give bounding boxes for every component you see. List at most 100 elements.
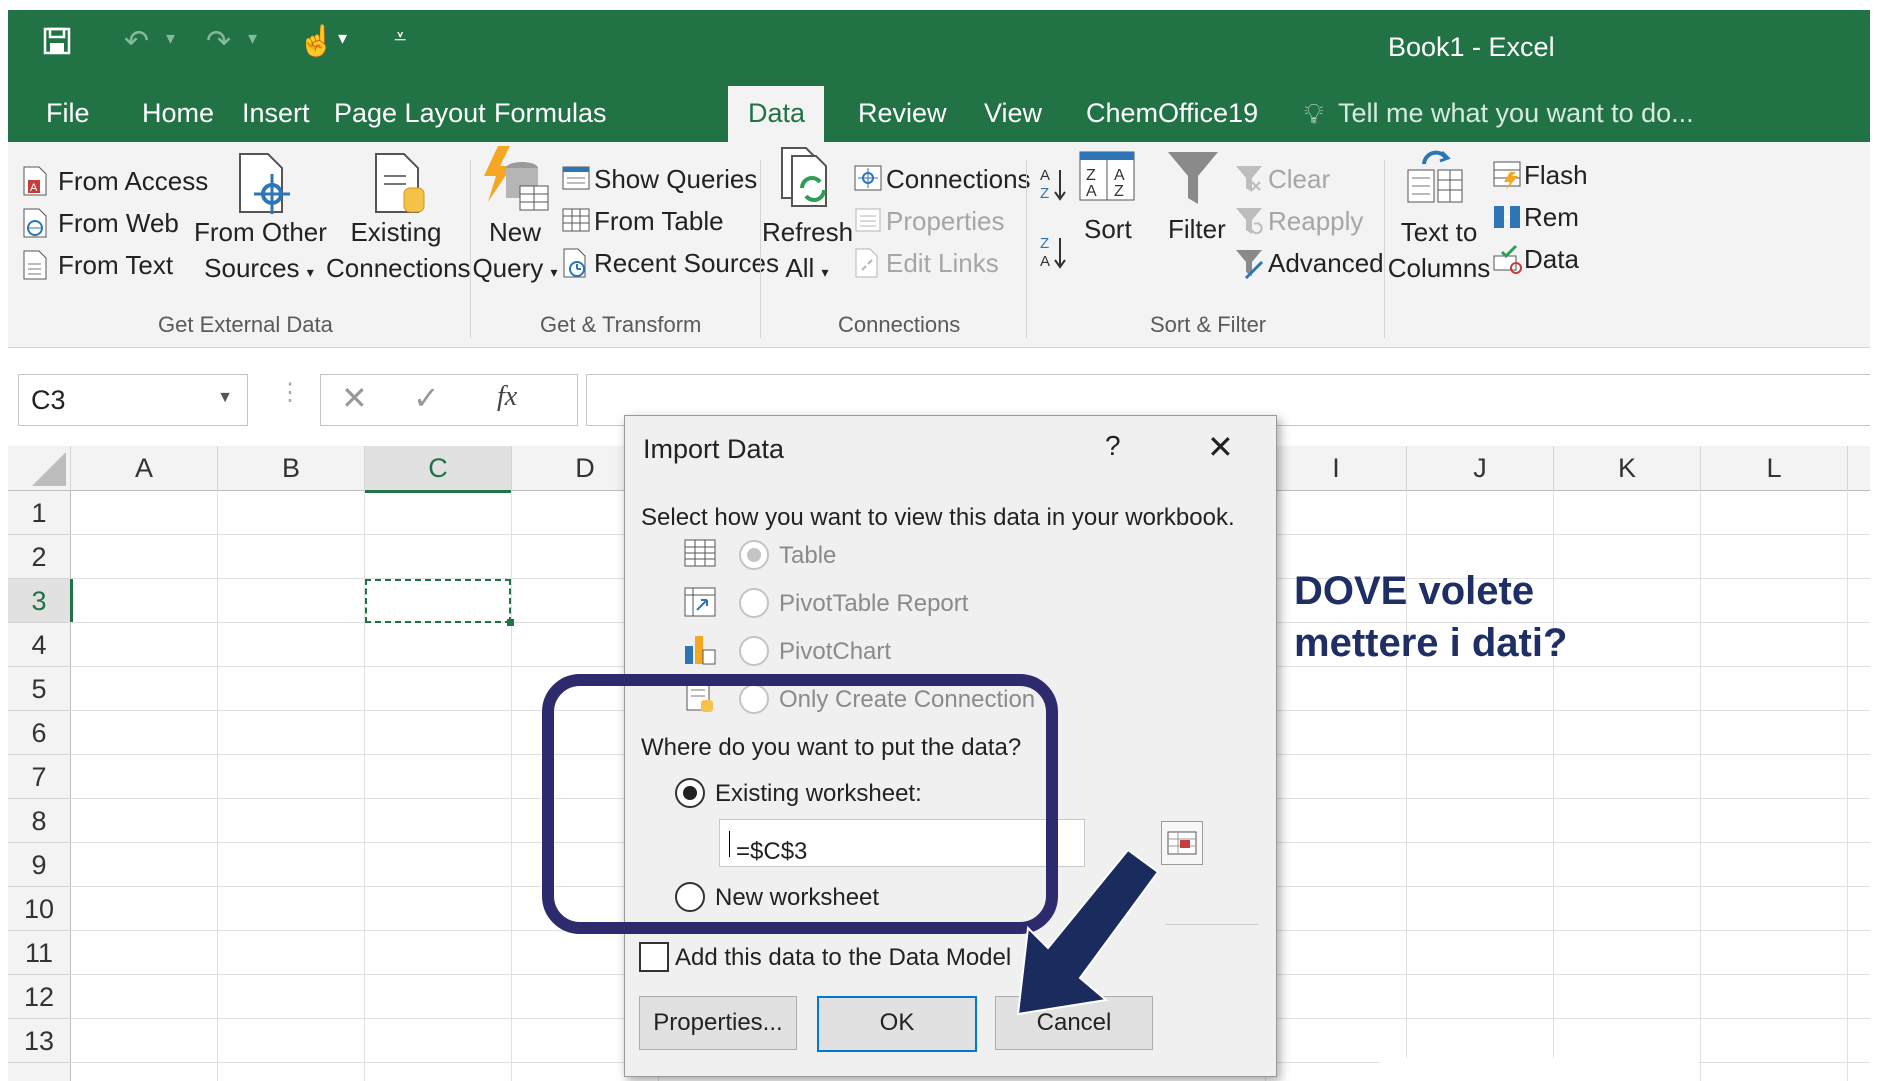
row-header-7[interactable]: 7 [8,755,71,799]
name-box[interactable]: C3 ▼ [18,374,248,426]
column-header-k[interactable]: K [1554,446,1701,491]
row-header-11[interactable]: 11 [8,931,71,975]
advanced-button[interactable]: Advanced [1268,248,1384,279]
remove-duplicates-button[interactable]: Rem [1524,202,1579,233]
tab-chemoffice[interactable]: ChemOffice19 [1086,98,1258,129]
reapply-icon [1234,206,1264,241]
reapply-button[interactable]: Reapply [1268,206,1363,237]
column-header-a[interactable]: A [71,446,218,491]
save-icon[interactable] [42,26,72,64]
add-to-data-model-checkbox[interactable] [639,942,669,972]
row-header-2[interactable]: 2 [8,535,71,579]
window-title: Book1 - Excel [1388,32,1555,62]
title-bar: ↶ ▾ ↷ ▾ ☝ ▾ ⩡ Book1 - Excel File Home In… [8,10,1870,142]
row-header-13[interactable]: 13 [8,1019,71,1063]
ribbon: A From Access From Web From Text From Ot… [8,142,1870,348]
annotation-text: DOVE volete mettere i dati? [1294,569,1568,665]
table-icon [683,538,717,573]
row-header-8[interactable]: 8 [8,799,71,843]
chevron-down-icon[interactable]: ▼ [217,389,233,407]
clear-button[interactable]: Clear [1268,164,1330,195]
svg-text:A: A [1086,183,1097,200]
flash-fill-button[interactable]: Flash [1524,160,1588,191]
select-all-corner[interactable] [8,446,71,491]
undo-icon[interactable]: ↶ [124,24,149,59]
row-header-12[interactable]: 12 [8,975,71,1019]
ok-button[interactable]: OK [817,996,977,1052]
close-icon[interactable]: ✕ [1207,428,1234,466]
from-other-sources-button[interactable]: From Other Sources ▾ [194,214,327,290]
column-header-b[interactable]: B [218,446,365,491]
undo-dropdown-icon[interactable]: ▾ [166,28,175,49]
from-text-button[interactable]: From Text [58,250,173,281]
clear-filter-icon [1234,164,1264,199]
tab-page-layout[interactable]: Page Layout [334,98,486,129]
column-gridline [511,490,512,1081]
properties-dialog-button[interactable]: Properties... [639,996,797,1050]
redo-icon[interactable]: ↷ [206,24,231,59]
tab-formulas[interactable]: Formulas [494,98,607,129]
customize-qat-icon[interactable]: ⩡ [394,24,406,50]
row-header-3[interactable]: 3 [8,579,73,623]
from-web-button[interactable]: From Web [58,208,179,239]
selected-cell-c3[interactable] [365,579,511,623]
column-header-j[interactable]: J [1407,446,1554,491]
sort-z-to-a-icon[interactable]: ZA [1038,232,1068,277]
show-queries-button[interactable]: Show Queries [594,164,757,195]
row-header-4[interactable]: 4 [8,623,71,667]
touch-mode-icon[interactable]: ☝ [298,24,335,59]
web-icon [22,208,48,243]
enter-formula-icon[interactable]: ✓ [413,379,440,417]
touch-dropdown-icon[interactable]: ▾ [338,28,347,49]
group-separator [1384,160,1385,338]
pivottable-radio[interactable] [739,588,769,618]
column-header-i[interactable]: I [1266,446,1407,491]
tab-insert[interactable]: Insert [242,98,310,129]
sort-button[interactable]: Sort [1084,214,1132,245]
cancel-formula-icon[interactable]: ✕ [341,379,368,417]
filter-button[interactable]: Filter [1168,214,1226,245]
properties-button[interactable]: Properties [886,206,1005,237]
tab-home[interactable]: Home [142,98,214,129]
excel-window: ↶ ▾ ↷ ▾ ☝ ▾ ⩡ Book1 - Excel File Home In… [8,10,1870,1081]
connections-button[interactable]: Connections [886,164,1031,195]
tab-data[interactable]: Data [728,86,824,142]
insert-function-icon[interactable]: fx [497,381,517,413]
row-header-5[interactable]: 5 [8,667,71,711]
edit-links-button[interactable]: Edit Links [886,248,999,279]
tell-me-search[interactable]: Tell me what you want to do... [1338,98,1694,129]
row-header-9[interactable]: 9 [8,843,71,887]
help-button[interactable]: ? [1105,430,1121,462]
pivotchart-radio[interactable] [739,636,769,666]
tab-file[interactable]: File [46,98,90,129]
row-header-10[interactable]: 10 [8,887,71,931]
row-header-partial[interactable] [8,1063,71,1081]
redo-dropdown-icon[interactable]: ▾ [248,28,257,49]
text-file-icon [22,250,48,285]
recent-sources-button[interactable]: Recent Sources [594,248,779,279]
dropdown-arrow-icon: ▾ [550,264,558,280]
new-query-button[interactable]: New Query ▾ [464,214,566,290]
row-header-6[interactable]: 6 [8,711,71,755]
pivotchart-icon [683,632,717,671]
column-header-l[interactable]: L [1701,446,1848,491]
data-validation-button[interactable]: Data [1524,244,1579,275]
row-header-1[interactable]: 1 [8,491,71,535]
from-table-button[interactable]: From Table [594,206,724,237]
tab-view[interactable]: View [984,98,1042,129]
existing-connections-button[interactable]: Existing Connections [326,214,471,286]
filter-icon [1164,146,1222,213]
column-gridline [217,490,218,1081]
column-header-c[interactable]: C [365,446,512,493]
refresh-all-button[interactable]: Refresh All ▾ [762,214,853,290]
fill-handle[interactable] [507,619,514,626]
from-access-button[interactable]: From Access [58,166,208,197]
group-separator [760,160,761,338]
group-label-get-external-data: Get External Data [158,312,333,337]
sort-a-to-z-icon[interactable]: AZ [1038,164,1068,209]
text-to-columns-button[interactable]: Text to Columns [1386,214,1492,286]
tab-review[interactable]: Review [858,98,947,129]
table-radio[interactable] [739,540,769,570]
show-queries-icon [562,164,590,197]
column-header-m[interactable] [1848,446,1870,491]
